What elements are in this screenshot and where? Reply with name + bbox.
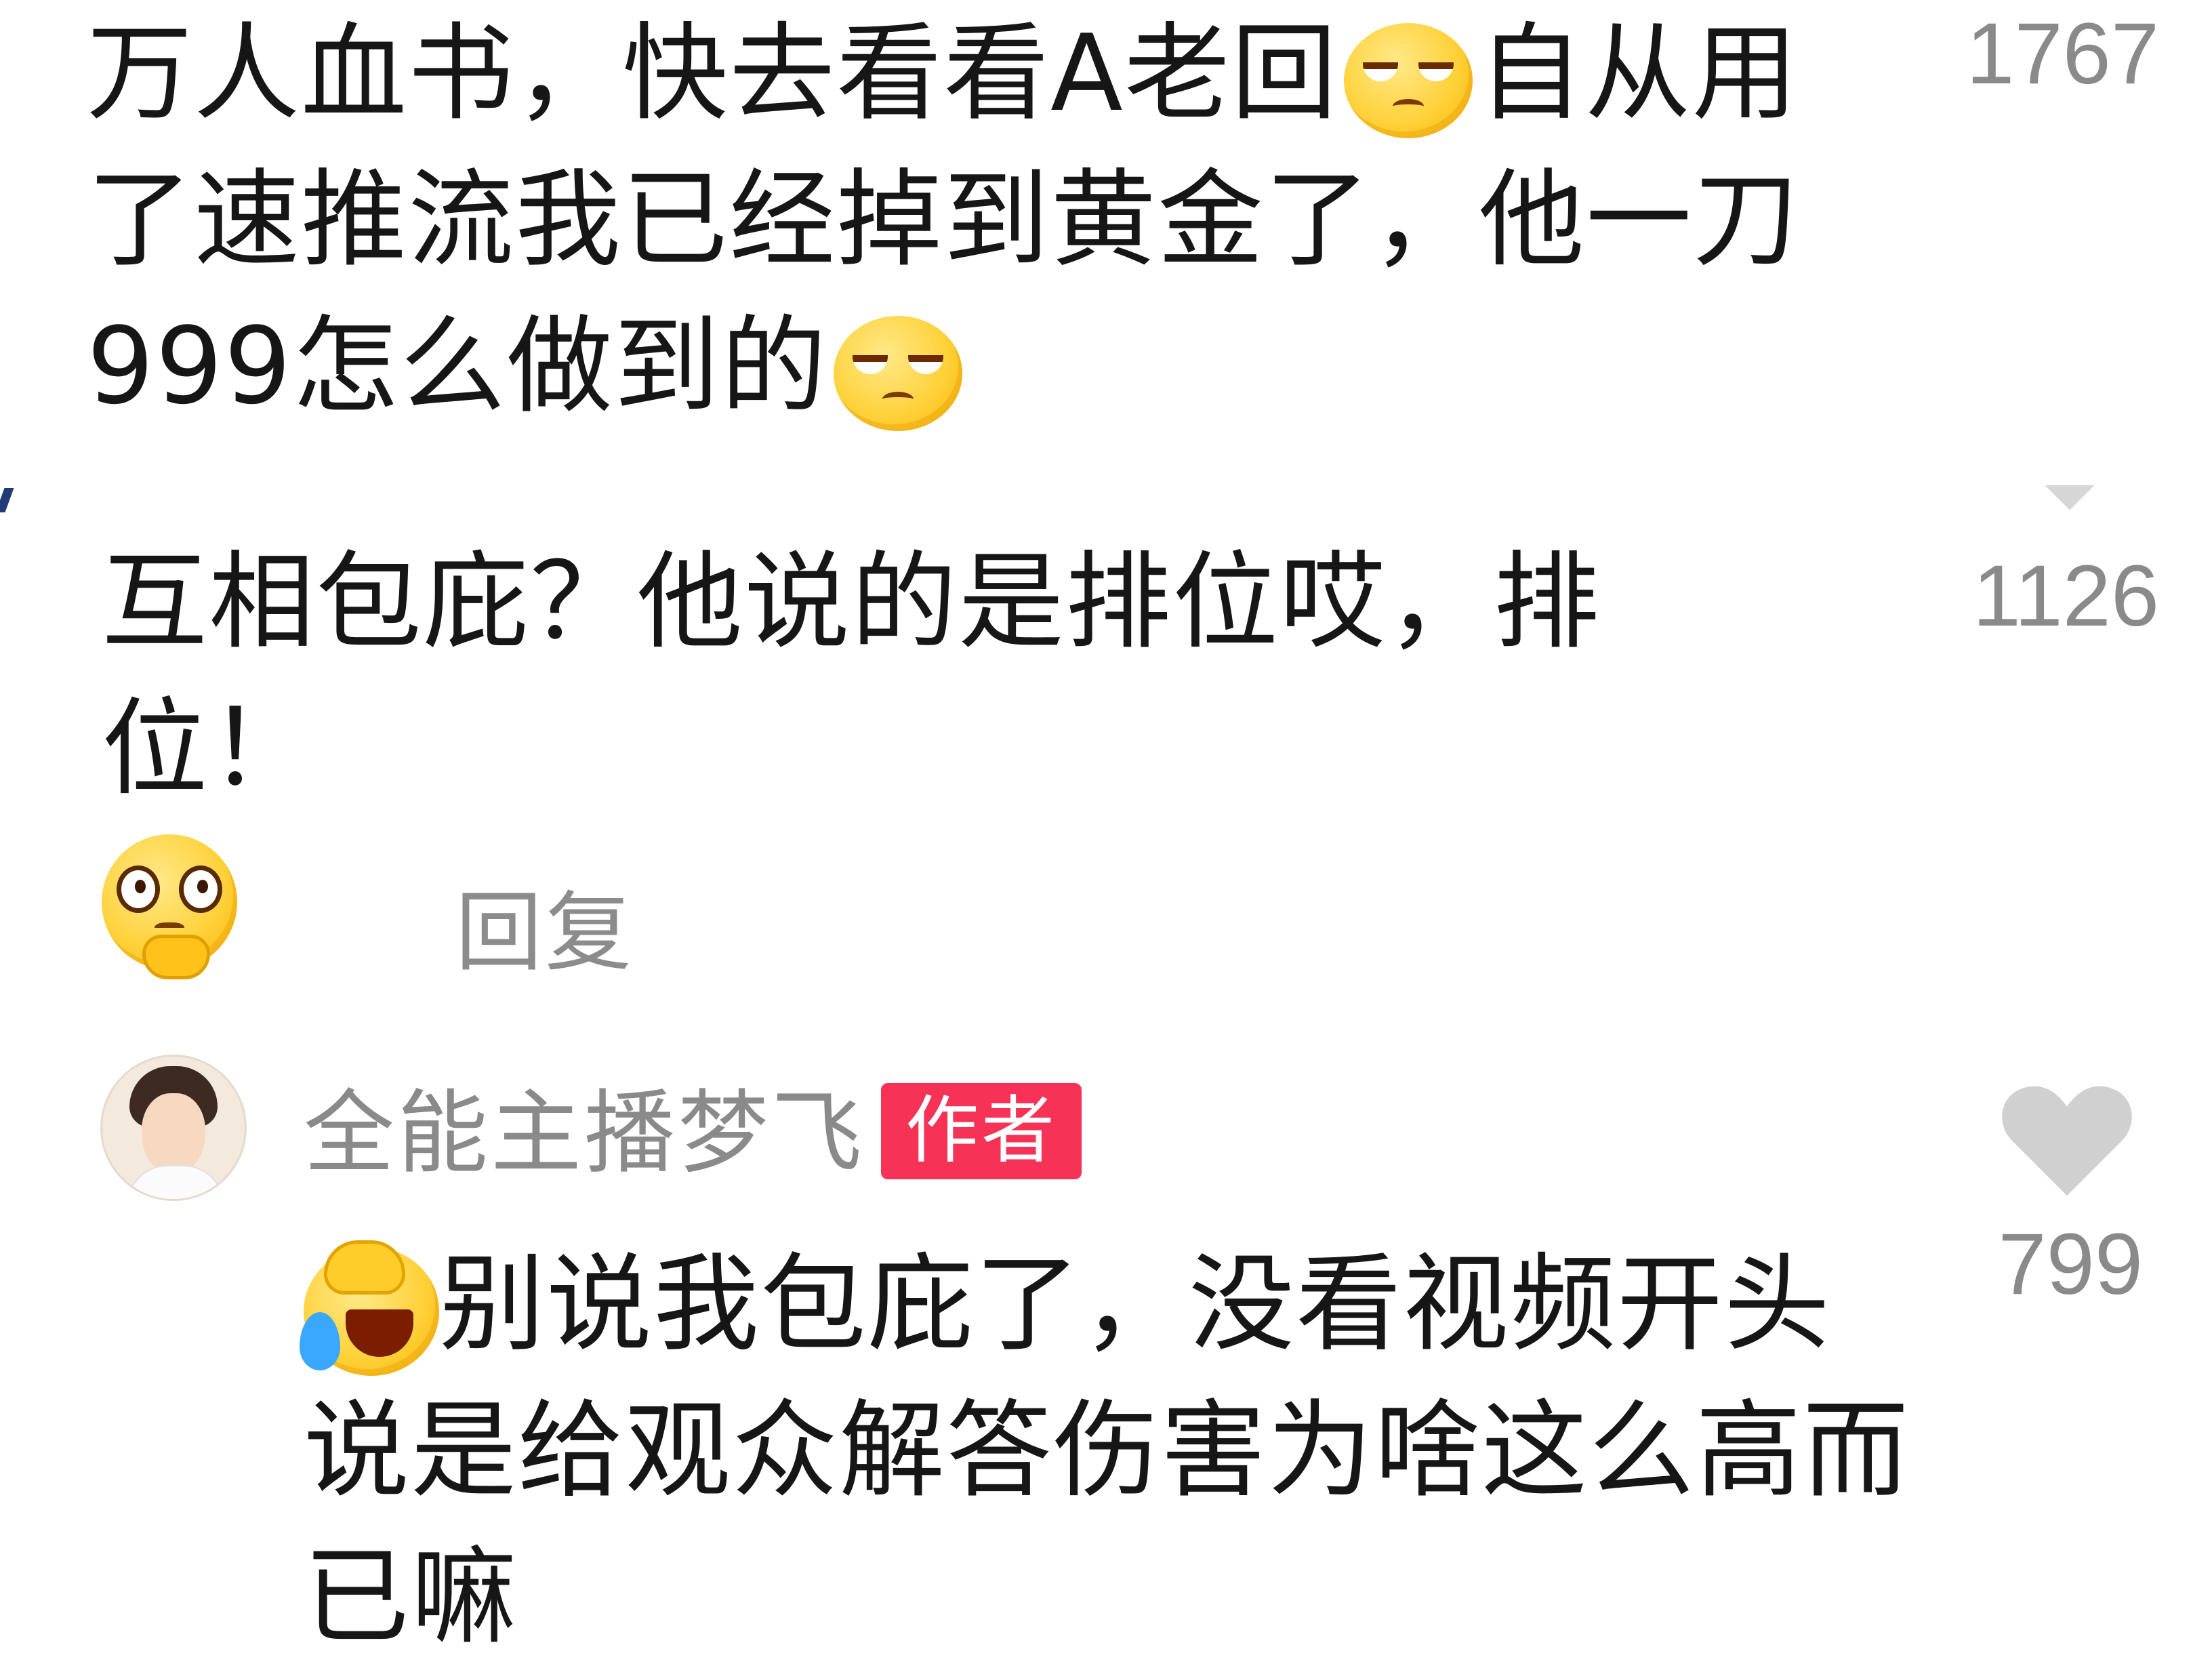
- heart-icon[interactable]: [2029, 485, 2110, 521]
- thinking-emoji-icon: [102, 834, 237, 980]
- heart-icon[interactable]: [2001, 1083, 2133, 1198]
- comment-1-text-part-1: 万人血书，快去看看A老回: [87, 12, 1338, 135]
- comment-3-like-count: 799: [1998, 1216, 2143, 1313]
- author-badge: 作者: [881, 1083, 1082, 1179]
- comment-2-like-count: 1126: [1972, 548, 2159, 645]
- avatar[interactable]: [100, 1055, 247, 1201]
- comment-2-text: 互相包庇？他说的是排位哎，排位！: [102, 529, 1809, 980]
- comment-1-text: 万人血书，快去看看A老回 自从用了速推流我已经掉到黄金了，他一刀999怎么做到的: [87, 0, 1822, 439]
- edge-marker: [0, 488, 14, 512]
- laughing-crying-emoji-icon: [300, 1240, 439, 1377]
- comment-3-text-body: 别说我包庇了，没看视频开头说是给观众解答伤害为啥这么高而已嘛: [304, 1242, 1910, 1658]
- comment-3-text: 别说我包庇了，没看视频开头说是给观众解答伤害为啥这么高而已嘛: [300, 1231, 1930, 1670]
- comment-1-like-count: 1767: [1966, 5, 2159, 102]
- smirk-emoji-icon: [1343, 23, 1473, 139]
- comment-2-text-body: 互相包庇？他说的是排位哎，排位！: [102, 540, 1601, 810]
- smirk-emoji-icon: [833, 316, 962, 432]
- reply-button[interactable]: 回复: [455, 862, 634, 987]
- author-name[interactable]: 全能主播梦飞: [304, 1079, 865, 1187]
